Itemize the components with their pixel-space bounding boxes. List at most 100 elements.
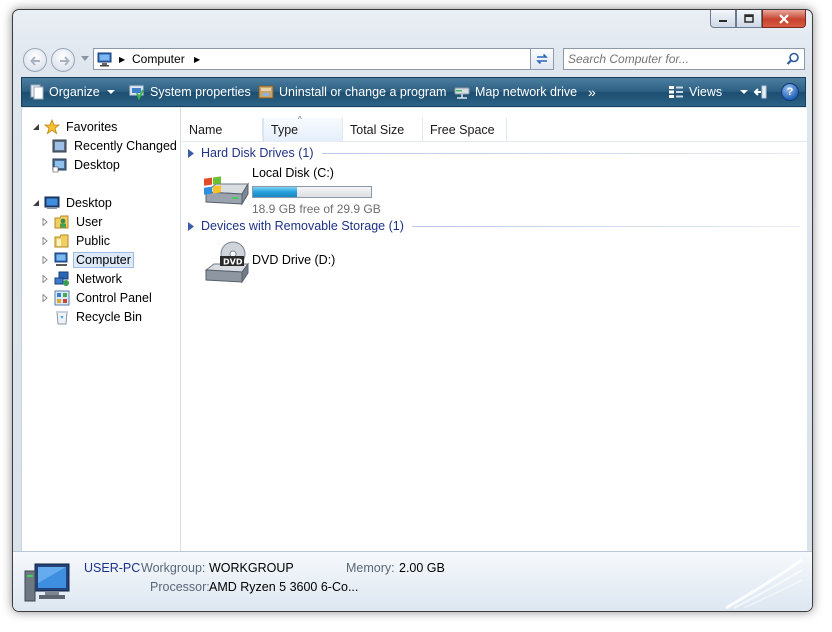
back-button[interactable] xyxy=(23,48,47,72)
expand-arrow-icon[interactable] xyxy=(42,293,48,302)
refresh-button[interactable] xyxy=(530,48,554,70)
svg-text:DVD: DVD xyxy=(223,258,243,267)
back-forward-group xyxy=(23,47,81,73)
search-icon[interactable] xyxy=(786,52,800,66)
system-properties-icon xyxy=(129,85,144,100)
collapse-arrow-icon[interactable] xyxy=(32,199,40,207)
column-header-free-space[interactable]: Free Space xyxy=(423,118,507,142)
close-icon xyxy=(779,13,789,24)
minimize-icon xyxy=(719,19,727,22)
column-header-total-size[interactable]: Total Size xyxy=(343,118,423,142)
hard-disk-icon xyxy=(204,176,249,206)
forward-arrow-icon xyxy=(60,56,70,66)
expand-arrow-icon[interactable] xyxy=(42,236,48,245)
memory-value: 2.00 GB xyxy=(399,561,445,575)
processor-value: AMD Ryzen 5 3600 6-Co... xyxy=(209,580,359,594)
system-properties-label: System properties xyxy=(150,85,251,99)
breadcrumb-computer[interactable]: Computer xyxy=(132,52,185,66)
column-header-row: Name ^ Type Total Size Free Space xyxy=(182,115,807,142)
maximize-icon xyxy=(744,14,754,23)
nav-label-favorite-desktop: Desktop xyxy=(74,157,120,172)
group-divider xyxy=(321,152,800,154)
nav-item-computer[interactable]: Computer xyxy=(42,250,134,269)
caption-buttons xyxy=(710,10,806,28)
nav-item-control-panel[interactable]: Control Panel xyxy=(42,288,152,307)
uninstall-program-label: Uninstall or change a program xyxy=(279,85,447,99)
views-dropdown-icon xyxy=(740,89,749,94)
computer-large-icon xyxy=(24,563,70,602)
nav-item-public[interactable]: Public xyxy=(42,231,110,250)
drive-dvd-d[interactable]: DVD DVD Drive (D:) xyxy=(202,240,402,286)
nav-item-recently-changed[interactable]: Recently Changed xyxy=(52,136,177,155)
nav-label-network: Network xyxy=(76,271,122,286)
search-box[interactable] xyxy=(563,48,805,70)
forward-button[interactable] xyxy=(51,48,75,72)
expand-arrow-icon[interactable] xyxy=(42,217,48,226)
network-drive-icon xyxy=(454,87,470,99)
group-hard-disk-drives[interactable]: Hard Disk Drives (1) xyxy=(188,145,800,161)
computer-icon xyxy=(54,252,68,266)
group-removable-storage[interactable]: Devices with Removable Storage (1) xyxy=(188,218,800,234)
expand-arrow-icon[interactable] xyxy=(42,274,48,283)
map-network-drive-label: Map network drive xyxy=(475,85,578,99)
help-button[interactable]: ? xyxy=(781,83,799,101)
more-commands-button[interactable]: » xyxy=(588,78,596,106)
system-properties-button[interactable]: System properties xyxy=(129,78,251,106)
column-header-name[interactable]: Name xyxy=(182,118,263,142)
close-button[interactable] xyxy=(762,10,806,28)
column-header-type[interactable]: ^ Type xyxy=(263,115,343,142)
favorites-node[interactable]: Favorites xyxy=(32,117,117,136)
navigation-pane: Favorites Recently Changed Desktop Deskt… xyxy=(22,108,181,551)
favorites-star-icon xyxy=(44,118,60,134)
drive-name-local-disk-c: Local Disk (C:) xyxy=(252,166,334,180)
disk-usage-fill xyxy=(253,187,297,197)
nav-item-network[interactable]: Network xyxy=(42,269,122,288)
nav-item-user[interactable]: User xyxy=(42,212,102,231)
nav-label-public: Public xyxy=(76,233,111,248)
address-bar[interactable]: ▶ Computer ▶ xyxy=(93,48,551,70)
workgroup-value: WORKGROUP xyxy=(209,561,294,575)
organize-dropdown-icon xyxy=(106,89,115,94)
sort-ascending-icon: ^ xyxy=(298,115,302,124)
user-folder-icon xyxy=(54,215,69,228)
map-network-drive-button[interactable]: Map network drive xyxy=(454,78,577,106)
public-folder-icon xyxy=(54,234,69,247)
breadcrumb-children-arrow-icon[interactable]: ▶ xyxy=(194,55,200,64)
command-bar: Organize System properties Uninstall or … xyxy=(21,77,806,107)
breadcrumb-separator-icon[interactable]: ▶ xyxy=(119,55,125,64)
drive-local-disk-c[interactable]: Local Disk (C:) 18.9 GB free of 29.9 GB xyxy=(202,166,402,216)
layout-pane-button[interactable] xyxy=(753,78,769,106)
recent-pages-dropdown-icon[interactable] xyxy=(81,56,89,62)
favorites-label: Favorites xyxy=(66,119,118,134)
back-arrow-icon xyxy=(30,56,40,66)
search-input[interactable] xyxy=(568,51,780,67)
organize-icon xyxy=(30,84,44,100)
computer-name: USER-PC xyxy=(84,561,141,575)
column-label-name: Name xyxy=(189,123,223,137)
column-label-total-size: Total Size xyxy=(350,123,405,137)
uninstall-program-icon xyxy=(258,85,274,99)
views-icon xyxy=(669,86,683,98)
desktop-node[interactable]: Desktop xyxy=(32,193,112,212)
nav-label-recently-changed: Recently Changed xyxy=(74,138,177,153)
desktop-label: Desktop xyxy=(66,195,112,210)
column-label-free-space: Free Space xyxy=(430,123,495,137)
decorative-swoosh xyxy=(725,558,803,610)
views-menu[interactable]: Views xyxy=(668,78,749,106)
collapse-arrow-icon[interactable] xyxy=(32,123,40,131)
group-expand-icon[interactable] xyxy=(188,148,194,158)
organize-label: Organize xyxy=(49,85,100,99)
organize-menu[interactable]: Organize xyxy=(30,78,115,106)
group-expand-icon[interactable] xyxy=(188,221,194,231)
minimize-button[interactable] xyxy=(710,10,736,28)
recently-changed-icon xyxy=(52,139,67,152)
workgroup-label: Workgroup: xyxy=(141,561,206,575)
uninstall-program-button[interactable]: Uninstall or change a program xyxy=(258,78,446,106)
nav-label-user: User xyxy=(76,214,103,229)
group-label-removable-storage: Devices with Removable Storage (1) xyxy=(201,219,404,233)
nav-item-recycle-bin[interactable]: Recycle Bin xyxy=(54,307,142,326)
expand-arrow-icon[interactable] xyxy=(42,255,48,264)
group-label-hard-disk-drives: Hard Disk Drives (1) xyxy=(201,146,314,160)
nav-item-favorite-desktop[interactable]: Desktop xyxy=(52,155,120,174)
maximize-button[interactable] xyxy=(736,10,762,28)
